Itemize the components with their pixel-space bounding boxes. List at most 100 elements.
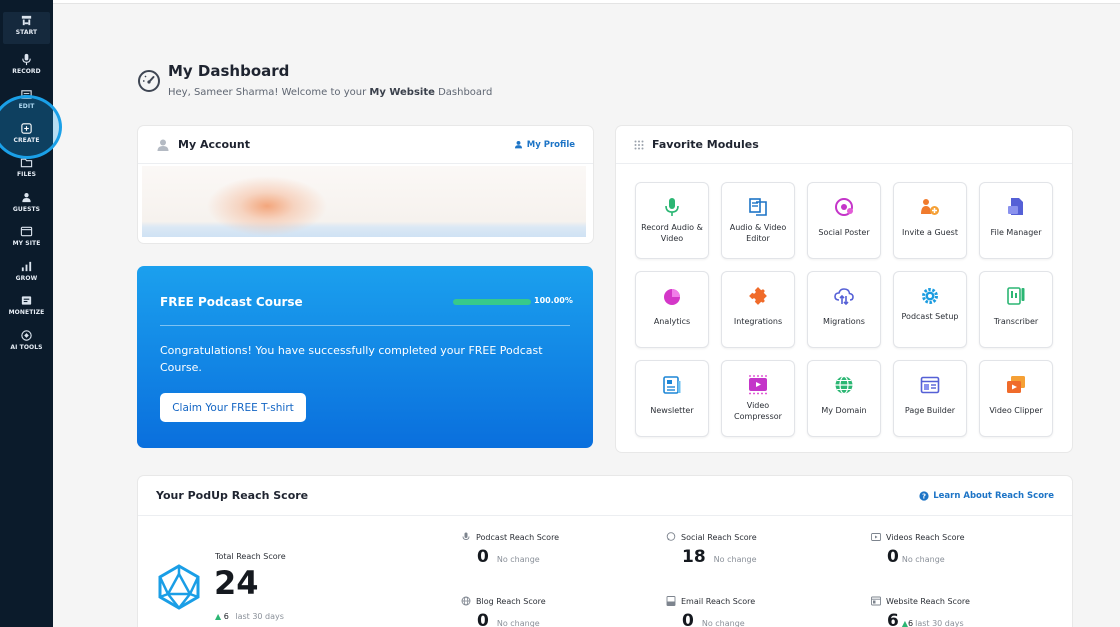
module-label: Integrations [733, 317, 783, 326]
score-label: Website Reach Score [886, 596, 970, 606]
user-icon [157, 139, 169, 151]
sidebar-item-my-site[interactable]: MY SITE [0, 223, 53, 257]
module-video-clipper[interactable]: Video Clipper [979, 360, 1053, 437]
score-blog: Blog Reach Score 0 No change [461, 596, 546, 627]
module-newsletter[interactable]: Newsletter [635, 360, 709, 437]
module-label: Analytics [653, 317, 691, 326]
newsletter-icon [663, 376, 681, 394]
microphone-icon [462, 532, 470, 540]
module-label: My Domain [821, 406, 867, 415]
module-page-builder[interactable]: Page Builder [893, 360, 967, 437]
chart-icon [21, 261, 32, 272]
subtitle-website-name: My Website [369, 87, 435, 98]
sidebar-item-record[interactable]: RECORD [0, 51, 53, 85]
sidebar-item-guests[interactable]: GUESTS [0, 189, 53, 223]
pie-chart-icon [664, 289, 680, 305]
ai-icon [21, 330, 32, 341]
d20-icon [158, 564, 200, 610]
module-label: File Manager [990, 228, 1042, 237]
sidebar-item-ai-tools[interactable]: AI TOOLS [0, 327, 53, 361]
score-change: No change [701, 619, 745, 627]
sidebar-item-monetize[interactable]: MONETIZE [0, 292, 53, 326]
globe-icon [835, 375, 853, 395]
svg-text:?: ? [922, 492, 926, 500]
sidebar-item-create[interactable]: CREATE [0, 120, 53, 154]
course-progress-label: 100.00% [534, 296, 573, 305]
module-invite-guest[interactable]: Invite a Guest [893, 182, 967, 259]
website-icon [871, 596, 881, 606]
speedometer-icon [138, 70, 160, 92]
sidebar-item-files[interactable]: FILES [0, 154, 53, 188]
score-value: 18 [682, 547, 706, 567]
score-value: 0 [682, 611, 694, 627]
module-video-compressor[interactable]: Video Compressor [721, 360, 795, 437]
score-change: No change [496, 555, 540, 564]
module-label: Audio & Video Editor [729, 223, 787, 243]
subtitle-suffix: Dashboard [434, 87, 493, 98]
sidebar-item-label: RECORD [12, 68, 41, 75]
module-label: Invite a Guest [902, 228, 958, 237]
score-change: last 30 days [915, 619, 964, 627]
module-social-poster[interactable]: Social Poster [807, 182, 881, 259]
module-label: Record Audio & Video [641, 223, 703, 243]
module-audio-video-editor[interactable]: Audio & Video Editor [721, 182, 795, 259]
module-integrations[interactable]: Integrations [721, 271, 795, 348]
module-transcriber[interactable]: Transcriber [979, 271, 1053, 348]
my-account-title: My Account [178, 138, 250, 151]
sidebar-item-start[interactable]: START [3, 12, 50, 44]
score-label: Podcast Reach Score [476, 532, 560, 542]
reach-score-header: Your PodUp Reach Score ? Learn About Rea… [138, 476, 1072, 516]
score-label: Blog Reach Score [476, 596, 546, 606]
microphone-icon [665, 198, 679, 216]
score-label: Videos Reach Score [886, 532, 965, 542]
module-my-domain[interactable]: My Domain [807, 360, 881, 437]
favorite-modules-title: Favorite Modules [652, 138, 759, 151]
page-title: My Dashboard [168, 62, 290, 80]
sidebar-item-label: CREATE [13, 137, 40, 144]
email-icon [666, 596, 676, 606]
page-builder-icon [920, 376, 940, 394]
reach-score-card: Your PodUp Reach Score ? Learn About Rea… [138, 476, 1072, 627]
user-icon [514, 140, 522, 149]
module-migrations[interactable]: Migrations [807, 271, 881, 348]
module-label: Video Compressor [734, 401, 782, 421]
folder-icon [20, 158, 33, 168]
course-progress-bar [453, 299, 531, 305]
favorite-modules-header: Favorite Modules [616, 126, 1072, 164]
module-label: Migrations [823, 317, 865, 326]
microphone-icon [22, 53, 31, 66]
score-podcast: Podcast Reach Score 0 No change [461, 532, 559, 567]
video-compress-icon [749, 375, 767, 395]
score-videos: Videos Reach Score 0 No change [871, 532, 965, 567]
module-label: Newsletter [650, 406, 694, 415]
score-value: 0 [477, 611, 489, 627]
claim-tshirt-button[interactable]: Claim Your FREE T-shirt [160, 393, 306, 422]
start-icon [21, 15, 32, 26]
invite-icon [921, 199, 939, 215]
sidebar-item-label: START [15, 29, 38, 36]
module-label: Video Clipper [989, 406, 1043, 415]
globe-icon [461, 596, 471, 606]
module-file-manager[interactable]: File Manager [979, 182, 1053, 259]
sidebar-item-label: MY SITE [12, 240, 41, 247]
browser-icon [20, 226, 33, 237]
learn-reach-score-link[interactable]: ? Learn About Reach Score [919, 491, 1054, 501]
social-icon [835, 198, 853, 216]
module-record-audio-video[interactable]: Record Audio & Video [635, 182, 709, 259]
module-analytics[interactable]: Analytics [635, 271, 709, 348]
sidebar-item-grow[interactable]: GROW [0, 258, 53, 292]
video-clipper-icon [1007, 376, 1025, 393]
course-title: FREE Podcast Course [160, 295, 303, 309]
score-change: No change [496, 619, 540, 627]
my-profile-link[interactable]: My Profile [514, 140, 575, 150]
chat-icon [666, 532, 676, 541]
cloud-sync-icon [834, 288, 854, 306]
sidebar-item-label: MONETIZE [8, 309, 45, 316]
create-icon [21, 123, 32, 134]
module-podcast-setup[interactable]: Podcast Setup [893, 271, 967, 348]
module-label: Page Builder [904, 406, 956, 415]
page-subtitle: Hey, Sameer Sharma! Welcome to your My W… [168, 87, 492, 98]
total-reach-delta-value: 6 [223, 612, 229, 621]
top-bar [53, 0, 1120, 4]
score-label: Email Reach Score [681, 596, 756, 606]
